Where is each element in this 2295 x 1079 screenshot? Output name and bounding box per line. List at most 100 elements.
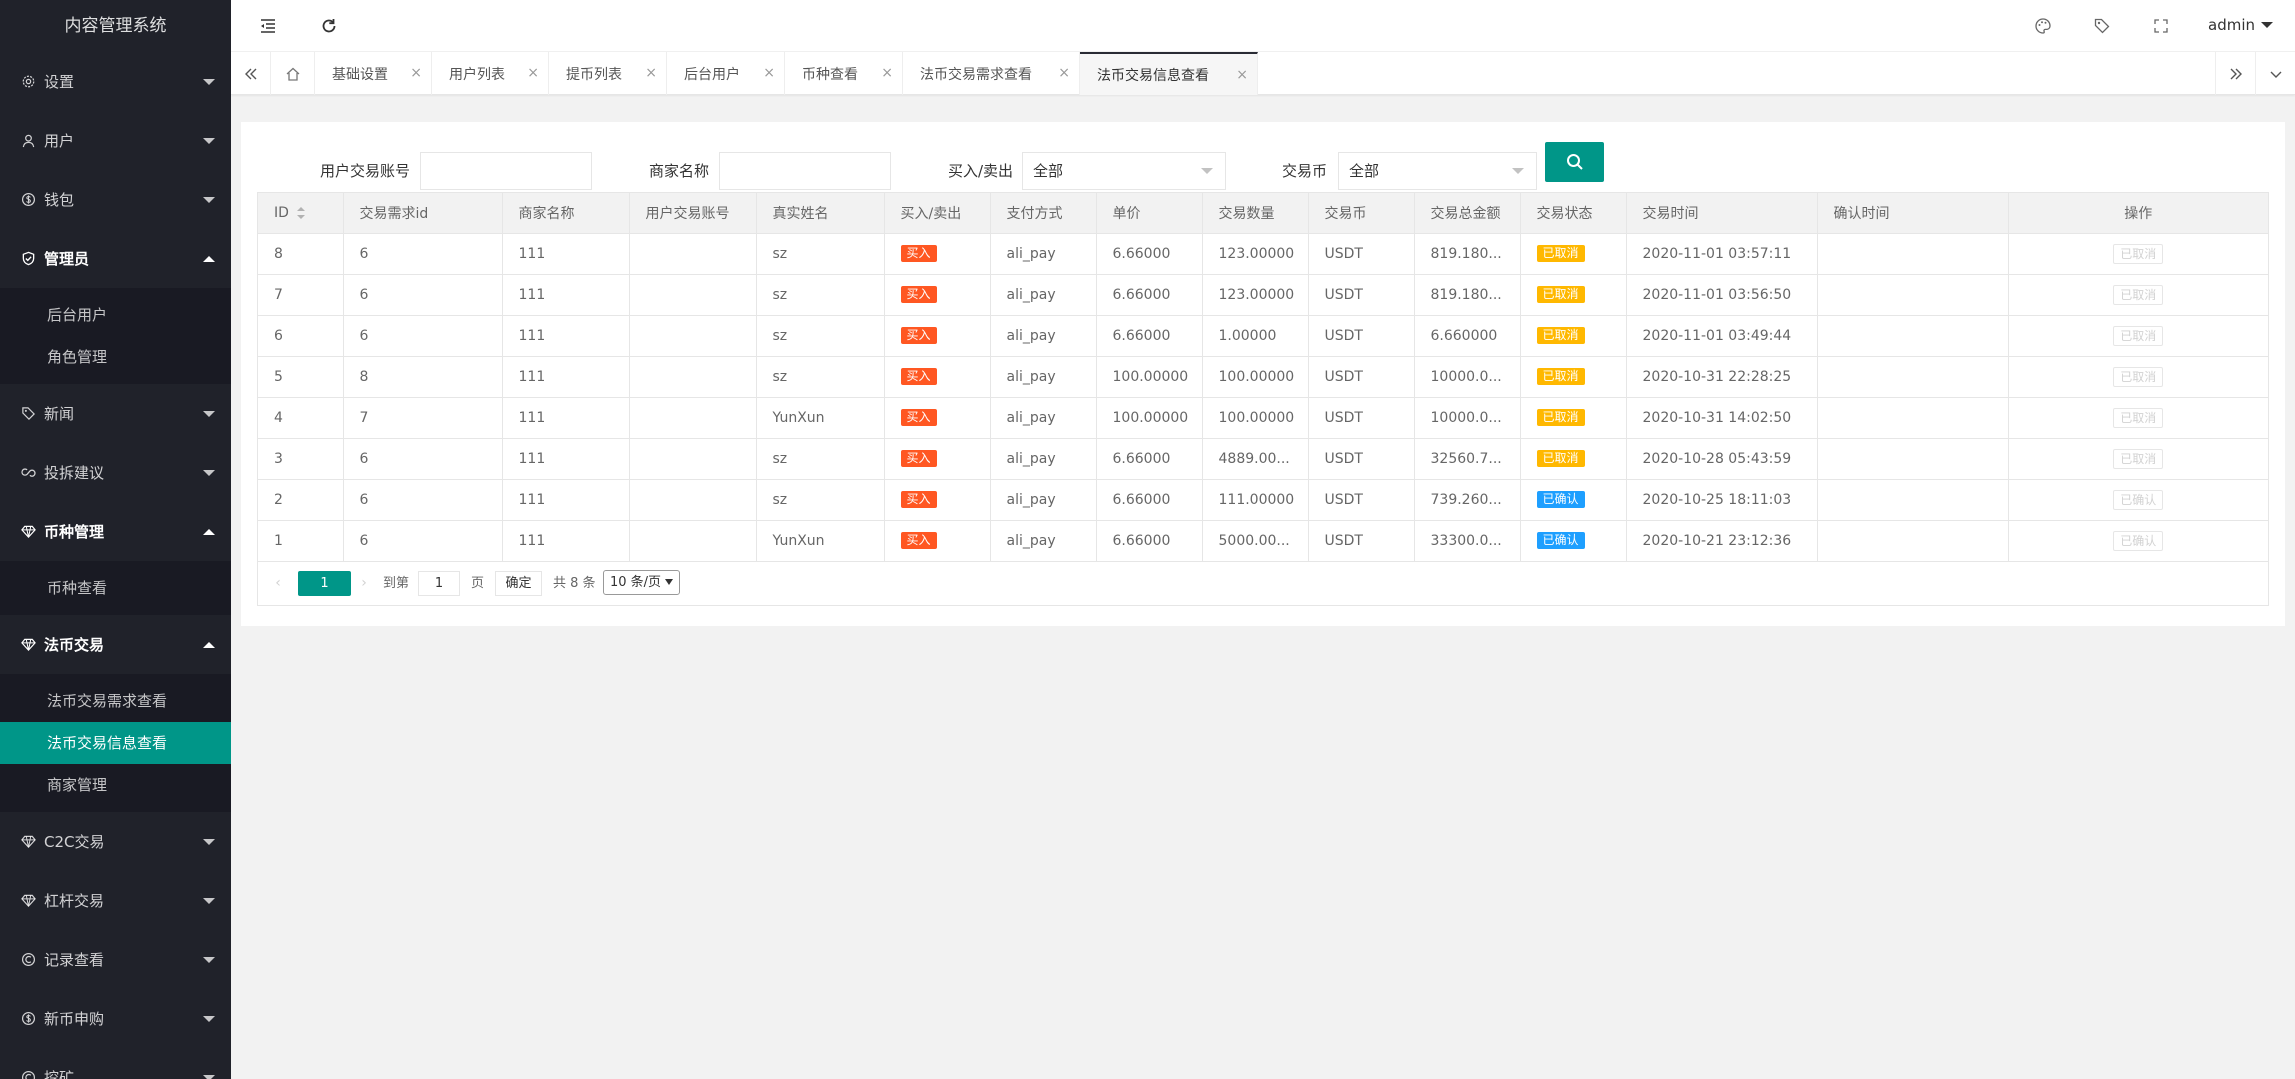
merchant-filter-input[interactable] bbox=[719, 152, 891, 190]
row-action-button[interactable]: 已确认 bbox=[2113, 489, 2164, 510]
fullscreen-icon[interactable] bbox=[2151, 16, 2171, 36]
column-header[interactable]: ID bbox=[258, 193, 344, 234]
account-filter-input[interactable] bbox=[420, 152, 592, 190]
cell-coin: USDT bbox=[1308, 274, 1415, 316]
row-action-button[interactable]: 已确认 bbox=[2113, 530, 2164, 551]
sidebar-item-2[interactable]: 钱包 bbox=[0, 170, 231, 229]
sidebar-item-10[interactable]: 记录查看 bbox=[0, 930, 231, 989]
tab-1[interactable]: 用户列表 × bbox=[432, 52, 549, 95]
tag-icon[interactable] bbox=[2092, 16, 2112, 36]
direction-filter-label: 买入/卖出 bbox=[948, 162, 1014, 180]
search-button[interactable] bbox=[1545, 142, 1604, 182]
close-icon[interactable]: × bbox=[1058, 65, 1070, 81]
cell-direction: 买入 bbox=[884, 520, 991, 562]
tab-0[interactable]: 基础设置 × bbox=[315, 52, 432, 95]
row-action-button[interactable]: 已取消 bbox=[2113, 284, 2164, 305]
sidebar-item-8[interactable]: C2C交易 bbox=[0, 812, 231, 871]
sidebar-item-label: 新币申购 bbox=[44, 1010, 105, 1028]
sidebar-item-1[interactable]: 用户 bbox=[0, 111, 231, 170]
sidebar-item-7[interactable]: 法币交易 bbox=[0, 615, 231, 674]
cell-merchant: 111 bbox=[502, 520, 630, 562]
goto-page-input[interactable]: 1 bbox=[418, 570, 460, 596]
cell-time: 2020-11-01 03:57:11 bbox=[1626, 233, 1818, 275]
sidebar-item-0[interactable]: 设置 bbox=[0, 52, 231, 111]
sidebar-subitem[interactable]: 币种查看 bbox=[0, 567, 231, 609]
diamond-icon bbox=[20, 637, 36, 653]
cell-total: 32560.7... bbox=[1414, 438, 1521, 480]
table-header-row: ID 交易需求id 商家名称 用户交易账号 真实姓名 买入/卖出 支付方式 单价 交易数量 交易币… bbox=[258, 193, 2268, 234]
sidebar-item-5[interactable]: 投拆建议 bbox=[0, 443, 231, 502]
row-action-button[interactable]: 已取消 bbox=[2113, 243, 2164, 264]
direction-badge: 买入 bbox=[900, 327, 937, 344]
sidebar-subitem[interactable]: 法币交易信息查看 bbox=[0, 722, 231, 764]
row-action-button[interactable]: 已取消 bbox=[2113, 325, 2164, 346]
cell-confirm_time bbox=[1817, 479, 2009, 521]
close-icon[interactable]: × bbox=[527, 65, 539, 81]
current-page-button[interactable]: 1 bbox=[298, 570, 351, 596]
close-icon[interactable]: × bbox=[645, 65, 657, 81]
close-icon[interactable]: × bbox=[1236, 67, 1248, 83]
cell-price: 6.66000 bbox=[1096, 274, 1203, 316]
page-size-select[interactable]: 10 条/页 bbox=[603, 569, 680, 595]
currency-filter-select[interactable]: 全部 bbox=[1338, 152, 1537, 190]
row-action-button[interactable]: 已取消 bbox=[2113, 407, 2164, 428]
user-menu[interactable]: admin bbox=[2208, 16, 2273, 34]
direction-badge: 买入 bbox=[900, 409, 937, 426]
tabs-scroll-left-icon[interactable] bbox=[231, 52, 271, 95]
page-unit-label: 页 bbox=[471, 575, 485, 591]
cell-coin: USDT bbox=[1308, 438, 1415, 480]
cell-pay: ali_pay bbox=[990, 520, 1097, 562]
sidebar-subitem[interactable]: 角色管理 bbox=[0, 336, 231, 378]
cell-account bbox=[629, 315, 757, 357]
column-header-label: 确认时间 bbox=[1833, 205, 1890, 222]
sidebar-item-11[interactable]: 新币申购 bbox=[0, 989, 231, 1048]
sidebar-subitem[interactable]: 商家管理 bbox=[0, 764, 231, 806]
row-action-button[interactable]: 已取消 bbox=[2113, 448, 2164, 469]
tab-5[interactable]: 法币交易需求查看 × bbox=[903, 52, 1080, 95]
sidebar-group: 管理员后台用户 角色管理 bbox=[0, 229, 231, 384]
close-icon[interactable]: × bbox=[763, 65, 775, 81]
direction-filter-select[interactable]: 全部 bbox=[1022, 152, 1226, 190]
cell-id: 2 bbox=[258, 479, 344, 521]
cell-price: 6.66000 bbox=[1096, 315, 1203, 357]
home-tab-icon[interactable] bbox=[271, 52, 315, 95]
tab-2[interactable]: 提币列表 × bbox=[549, 52, 667, 95]
circle-c-icon bbox=[20, 1070, 36, 1079]
column-header-label: 买入/卖出 bbox=[900, 205, 962, 222]
cell-qty: 1.00000 bbox=[1202, 315, 1309, 357]
sidebar-item-label: 法币交易 bbox=[44, 636, 105, 654]
status-badge: 已取消 bbox=[1536, 286, 1585, 303]
sidebar-group: 法币交易法币交易需求查看 法币交易信息查看 商家管理 bbox=[0, 615, 231, 812]
cell-coin: USDT bbox=[1308, 479, 1415, 521]
close-icon[interactable]: × bbox=[881, 65, 893, 81]
sidebar-subitem[interactable]: 后台用户 bbox=[0, 294, 231, 336]
close-icon[interactable]: × bbox=[410, 65, 422, 81]
column-header-label: 交易总金额 bbox=[1430, 205, 1501, 222]
sidebar-item-4[interactable]: 新闻 bbox=[0, 384, 231, 443]
cell-pay: ali_pay bbox=[990, 233, 1097, 275]
sidebar-item-9[interactable]: 杠杆交易 bbox=[0, 871, 231, 930]
cell-account bbox=[629, 479, 757, 521]
sidebar-item-3[interactable]: 管理员 bbox=[0, 229, 231, 288]
tabs-menu-chevron-down-icon[interactable] bbox=[2255, 52, 2295, 95]
menu-collapse-icon[interactable] bbox=[258, 16, 278, 36]
tabs-scroll-right-icon[interactable] bbox=[2215, 52, 2255, 95]
refresh-icon[interactable] bbox=[319, 16, 339, 36]
theme-palette-icon[interactable] bbox=[2033, 16, 2053, 36]
chevron-down-icon bbox=[1201, 168, 1213, 174]
tab-6[interactable]: 法币交易信息查看 × bbox=[1080, 52, 1258, 95]
cell-account bbox=[629, 356, 757, 398]
sidebar-item-12[interactable]: 挖矿 bbox=[0, 1048, 231, 1079]
sidebar-item-6[interactable]: 币种管理 bbox=[0, 502, 231, 561]
main-panel: 用户交易账号 商家名称 买入/卖出 全部 交易币 全部 ID 交易需求id 商家名称… bbox=[241, 122, 2285, 626]
next-page-button[interactable]: › bbox=[354, 572, 374, 594]
row-action-button[interactable]: 已取消 bbox=[2113, 366, 2164, 387]
prev-page-button[interactable]: ‹ bbox=[268, 572, 288, 594]
tab-3[interactable]: 后台用户 × bbox=[667, 52, 785, 95]
goto-confirm-button[interactable]: 确定 bbox=[495, 570, 542, 596]
tab-4[interactable]: 币种查看 × bbox=[785, 52, 903, 95]
sidebar-subitem[interactable]: 法币交易需求查看 bbox=[0, 680, 231, 722]
cell-confirm_time bbox=[1817, 315, 2009, 357]
sort-icon[interactable] bbox=[296, 206, 305, 219]
cell-qty: 4889.00... bbox=[1202, 438, 1309, 480]
